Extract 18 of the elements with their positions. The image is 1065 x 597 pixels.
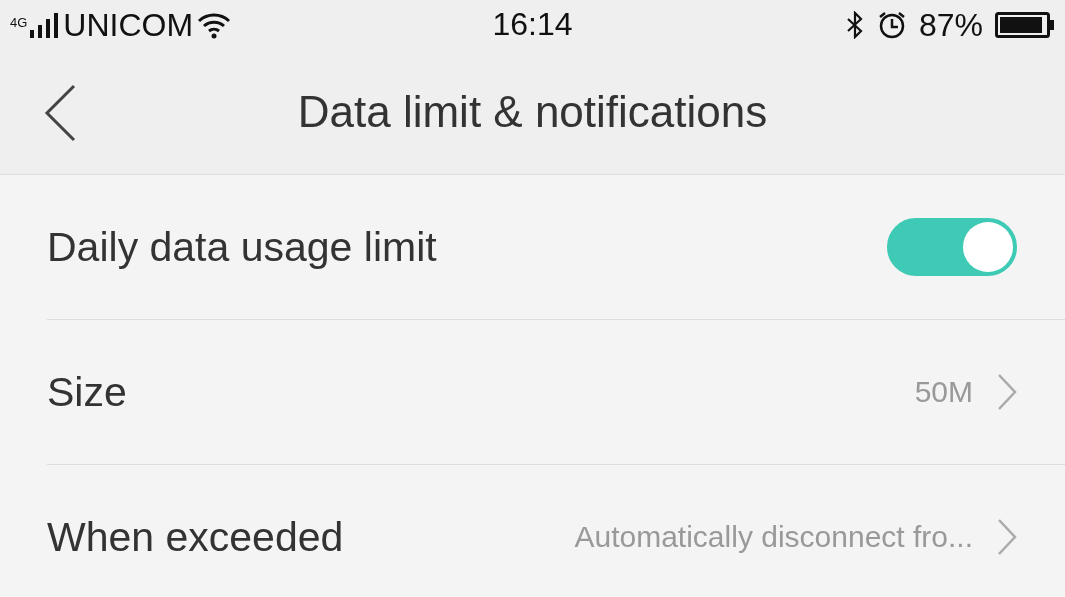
signal-icon bbox=[29, 12, 60, 38]
setting-label: Size bbox=[47, 368, 127, 416]
chevron-icon bbox=[997, 373, 1017, 411]
network-type: 4G bbox=[10, 14, 28, 30]
carrier-name: UNICOM bbox=[63, 6, 194, 44]
page-title: Data limit & notifications bbox=[297, 87, 768, 137]
back-icon bbox=[44, 84, 76, 142]
setting-label: Daily data usage limit bbox=[47, 223, 437, 271]
wifi-icon bbox=[197, 11, 232, 39]
chevron-icon bbox=[997, 518, 1017, 556]
clock-time: 16:14 bbox=[492, 6, 573, 42]
setting-value: 50M bbox=[914, 375, 973, 409]
setting-label: When exceeded bbox=[47, 513, 344, 561]
battery-icon bbox=[995, 12, 1055, 38]
back-button[interactable] bbox=[44, 84, 76, 142]
battery-percent: 87% bbox=[918, 6, 983, 44]
setting-value: Automatically disconnect fro... bbox=[574, 520, 973, 554]
toggle-switch[interactable] bbox=[887, 218, 1017, 276]
